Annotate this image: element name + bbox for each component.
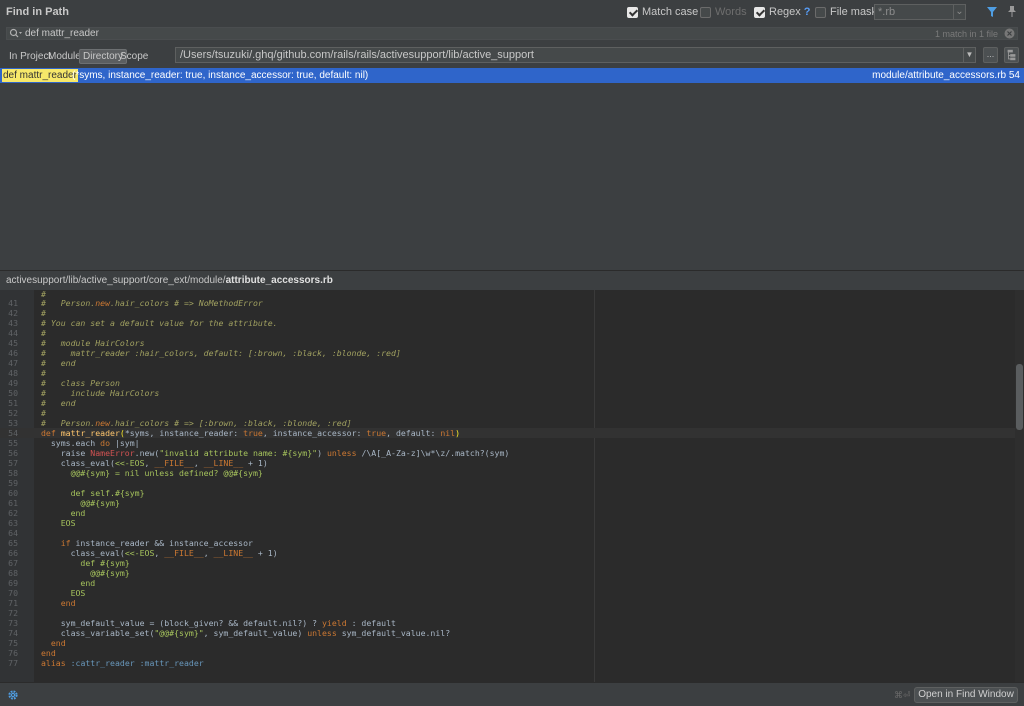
- code-line: 77 alias :cattr_reader :mattr_reader: [8, 658, 204, 668]
- code-line: 68 @@#{sym}: [8, 568, 130, 578]
- code-line: 50 # include HairColors: [8, 388, 160, 398]
- code-line: 59: [8, 478, 18, 488]
- code-line: 57 class_eval(<<-EOS, __FILE__, __LINE__…: [8, 458, 268, 468]
- code-line: 45 # module HairColors: [8, 338, 145, 348]
- code-line: 47 # end: [8, 358, 76, 368]
- open-in-find-window-button[interactable]: Open in Find Window: [914, 687, 1018, 703]
- code-line: 42 #: [8, 308, 46, 318]
- directory-dropdown[interactable]: ▼: [963, 47, 976, 63]
- preview-path-file: attribute_accessors.rb: [225, 275, 333, 286]
- dialog-title: Find in Path: [6, 6, 69, 18]
- match-case-check[interactable]: [627, 6, 638, 18]
- words-label: Words: [715, 6, 747, 18]
- results-list: def mattr_reader (*syms, instance_reader…: [0, 68, 1024, 268]
- code-line: 64: [8, 528, 18, 538]
- dropdown-icon: ⌄: [955, 6, 964, 17]
- vertical-scrollbar[interactable]: [1015, 290, 1024, 682]
- regex-help-link[interactable]: ?: [804, 6, 811, 18]
- code-line: 55 syms.each do |sym|: [8, 438, 140, 448]
- code-line: 49 # class Person: [8, 378, 120, 388]
- scrollbar-thumb[interactable]: [1016, 364, 1023, 430]
- chevron-down-icon: ▼: [965, 50, 974, 59]
- code-line: 56 raise NameError.new("invalid attribut…: [8, 448, 510, 458]
- words-checkbox[interactable]: Words: [700, 6, 747, 18]
- browse-button[interactable]: ...: [983, 47, 998, 63]
- code-line: 58 @@#{sym} = nil unless defined? @@#{sy…: [8, 468, 263, 478]
- search-input[interactable]: def mattr_reader: [25, 28, 935, 39]
- recursive-button[interactable]: [1004, 47, 1019, 63]
- code-line-current: 54 def mattr_reader(*syms, instance_reade…: [0, 428, 1015, 438]
- file-mask-check[interactable]: [815, 6, 826, 18]
- search-field[interactable]: def mattr_reader 1 match in 1 file: [6, 27, 1018, 40]
- regex-check[interactable]: [754, 6, 765, 18]
- code-line: 62 end: [8, 508, 86, 518]
- regex-label: Regex: [769, 6, 801, 18]
- code-line: 52 #: [8, 408, 46, 418]
- find-header: Find in Path Match case Words Regex ? Fi…: [0, 0, 1024, 24]
- code-preview[interactable]: # 41 # Person.new.hair_colors # => NoMeth…: [0, 290, 1024, 682]
- code-line: 61 @@#{sym}: [8, 498, 120, 508]
- preview-path: activesupport/lib/active_support/core_ex…: [0, 270, 1024, 290]
- result-file: module/attribute_accessors.rb 54: [872, 70, 1020, 81]
- recursive-icon: [1007, 49, 1016, 61]
- code-line: 65 if instance_reader && instance_access…: [8, 538, 253, 548]
- result-match: def mattr_reader: [2, 69, 78, 82]
- words-check[interactable]: [700, 6, 711, 18]
- match-case-checkbox[interactable]: Match case: [627, 6, 698, 18]
- code-line: 67 def #{sym}: [8, 558, 130, 568]
- code-line: 44 #: [8, 328, 46, 338]
- shortcut-hint: ⌘⏎: [894, 690, 911, 700]
- dialog-footer: ⌘⏎ Open in Find Window: [0, 682, 1024, 706]
- preview-path-dir: activesupport/lib/active_support/core_ex…: [6, 275, 226, 286]
- code-line: 66 class_eval(<<-EOS, __FILE__, __LINE__…: [8, 548, 278, 558]
- result-text: (*syms, instance_reader: true, instance_…: [72, 70, 369, 81]
- code-line: 76 end: [8, 648, 56, 658]
- file-mask-label: File mask:: [830, 6, 881, 18]
- code-line: 69 end: [8, 578, 96, 588]
- tab-module[interactable]: Module: [45, 49, 84, 64]
- code-line: 53 # Person.new.hair_colors # => [:brown,…: [8, 418, 352, 428]
- code-line: 60 def self.#{sym}: [8, 488, 145, 498]
- directory-input[interactable]: /Users/tsuzuki/.ghq/github.com/rails/rai…: [175, 47, 966, 63]
- code-line: 46 # mattr_reader :hair_colors, default: …: [8, 348, 401, 358]
- tab-scope[interactable]: Scope: [117, 49, 151, 64]
- file-mask-checkbox[interactable]: File mask:: [815, 6, 880, 18]
- clear-icon[interactable]: [1004, 28, 1015, 39]
- code-line: 63 EOS: [8, 518, 76, 528]
- file-mask-input[interactable]: *.rb: [874, 4, 954, 20]
- code-line: 51 # end: [8, 398, 76, 408]
- filter-icon[interactable]: [986, 6, 998, 18]
- regex-checkbox[interactable]: Regex ?: [754, 6, 811, 18]
- match-count: 1 match in 1 file: [934, 28, 998, 39]
- code-line: 48 #: [8, 368, 46, 378]
- code-line: 41 # Person.new.hair_colors # => NoMethod…: [8, 298, 263, 308]
- code-line: 74 class_variable_set("@@#{sym}", sym_de…: [8, 628, 451, 638]
- code-line: 71 end: [8, 598, 76, 608]
- code-line: 70 EOS: [8, 588, 86, 598]
- result-row[interactable]: def mattr_reader (*syms, instance_reader…: [0, 68, 1024, 83]
- pin-icon[interactable]: [1006, 5, 1018, 18]
- code-line: 72: [8, 608, 18, 618]
- code-line: 73 sym_default_value = (block_given? && …: [8, 618, 396, 628]
- file-mask-dropdown[interactable]: ⌄: [953, 4, 966, 20]
- code-line: 75 end: [8, 638, 66, 648]
- match-case-label: Match case: [642, 6, 699, 18]
- search-icon[interactable]: [9, 28, 23, 39]
- gear-icon[interactable]: [7, 689, 19, 701]
- code-line: 43 # You can set a default value for the …: [8, 318, 278, 328]
